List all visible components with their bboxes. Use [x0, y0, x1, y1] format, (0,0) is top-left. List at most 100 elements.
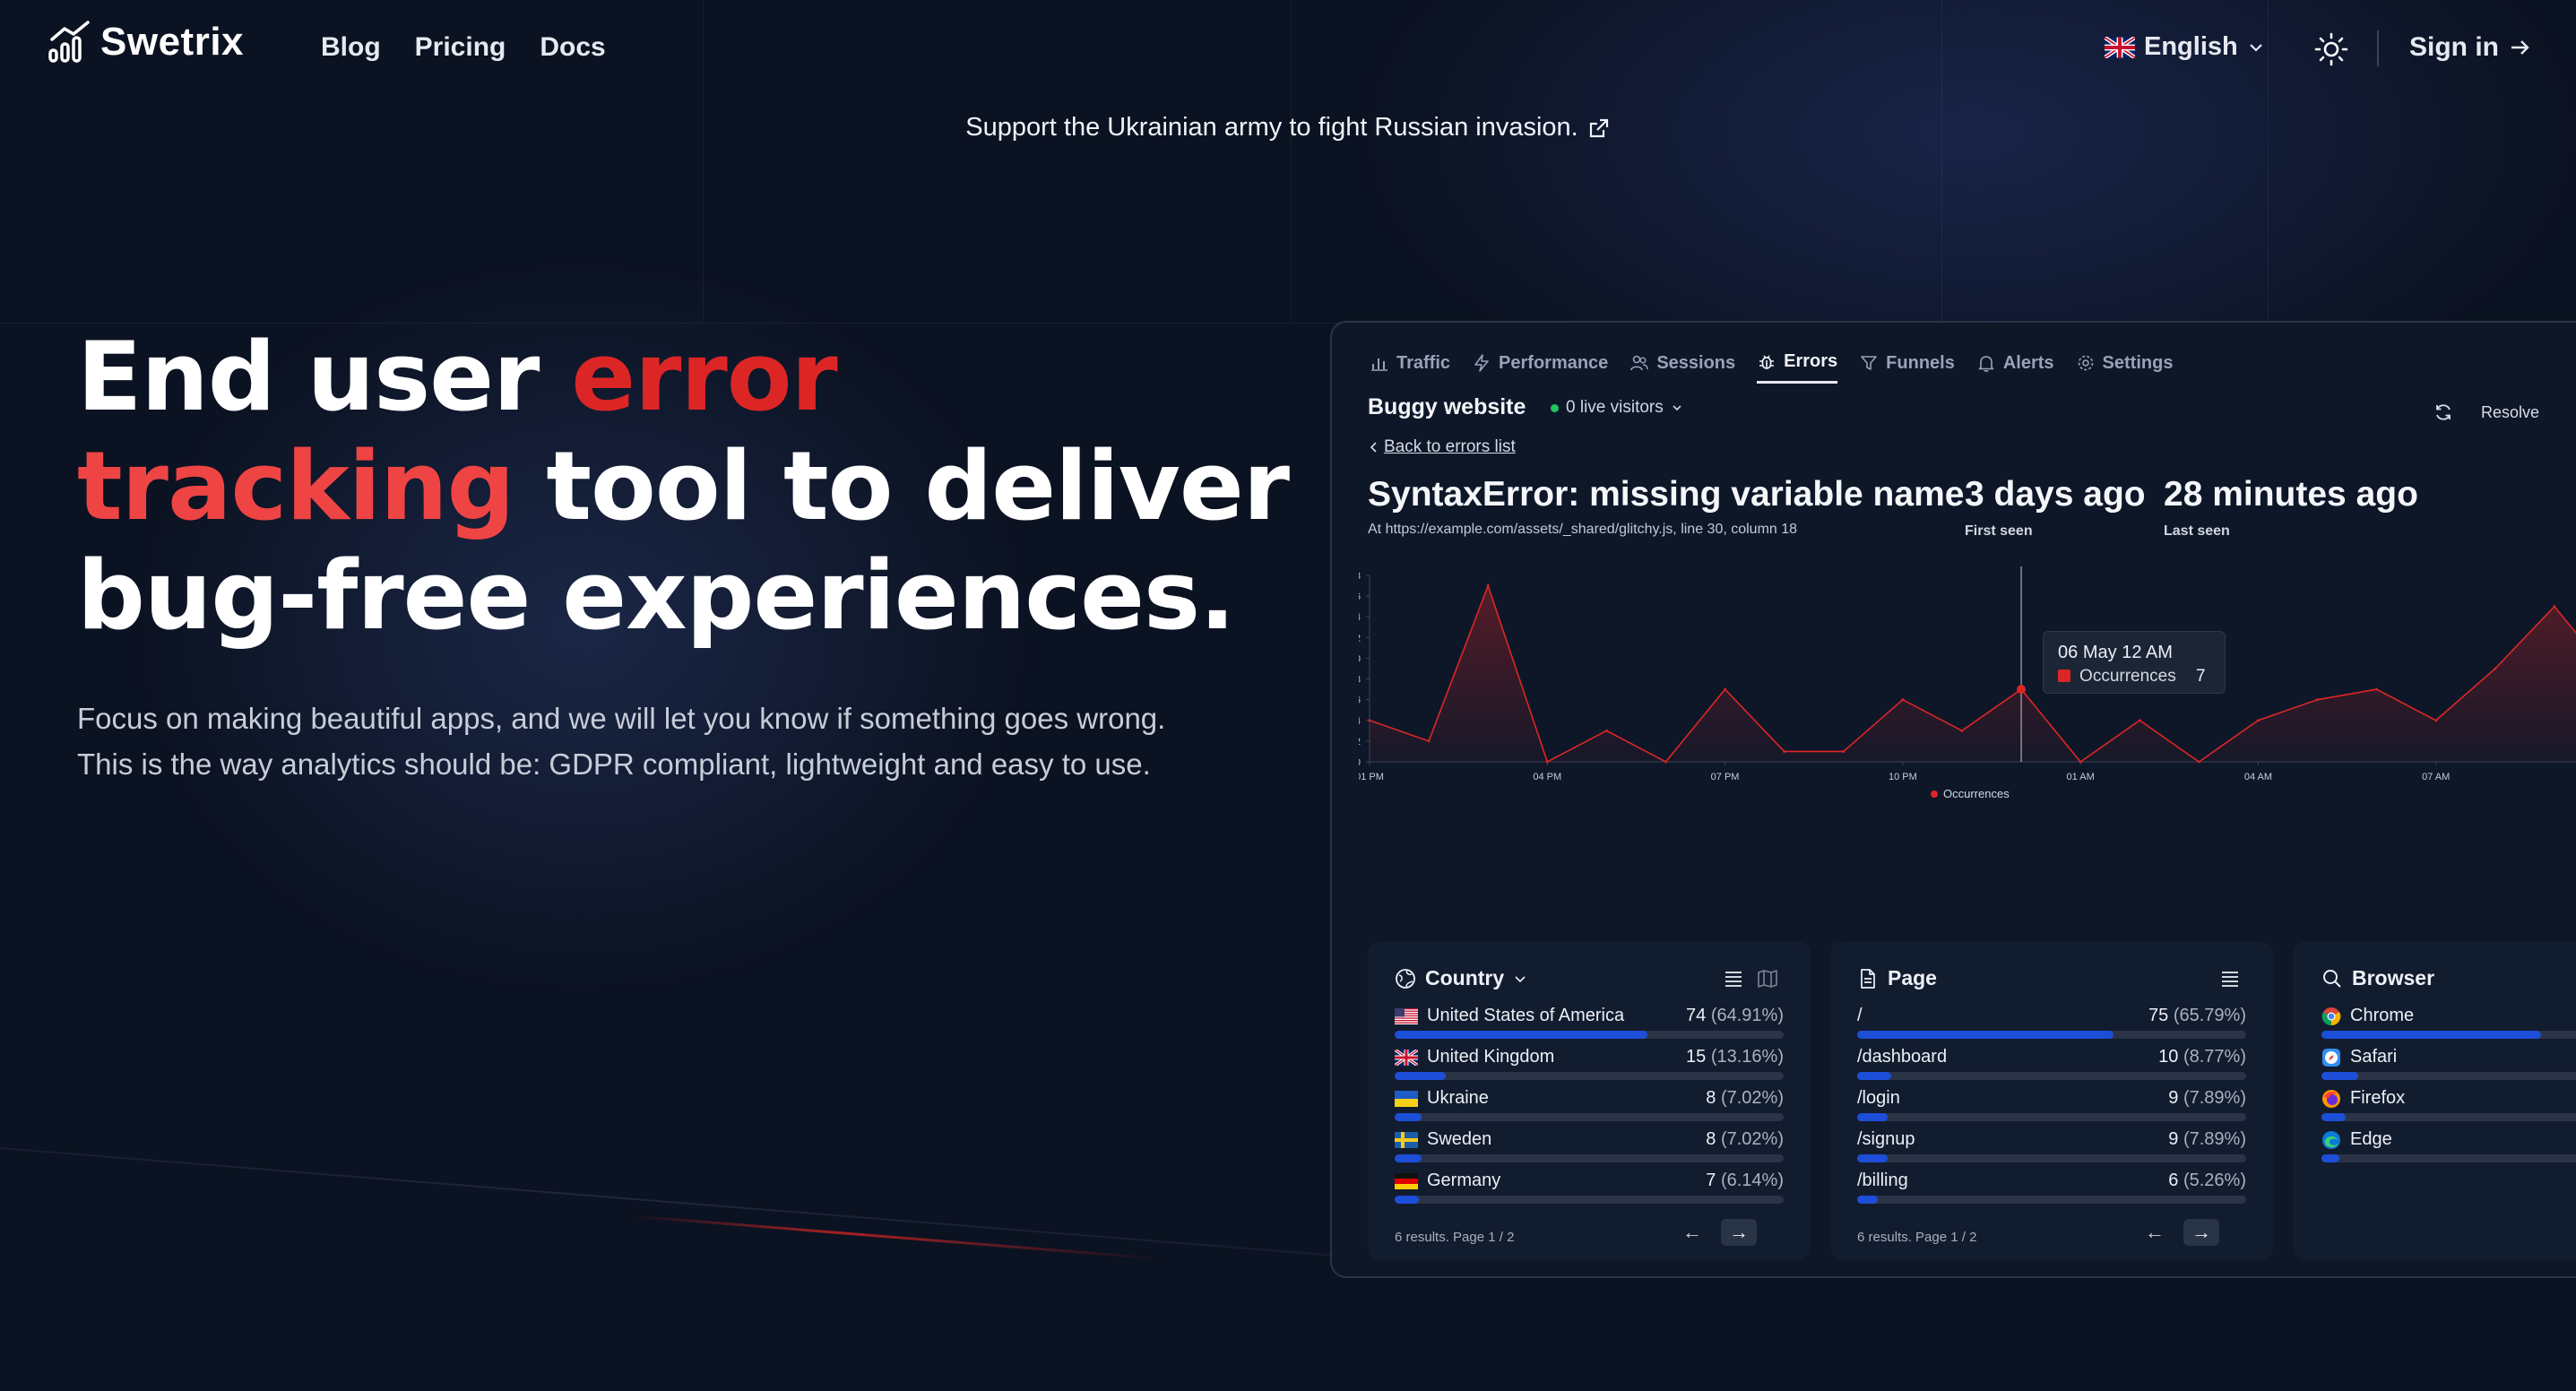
list-view-icon[interactable]: [2219, 968, 2241, 989]
tab-funnels[interactable]: Funnels: [1859, 351, 1955, 384]
chevron-down-icon: [2249, 43, 2262, 52]
country-view-toggles: [1723, 968, 1778, 989]
list-item-label: United Kingdom: [1427, 1047, 1555, 1067]
live-visitors-dropdown[interactable]: 0 live visitors: [1551, 398, 1683, 418]
nav-link-docs[interactable]: Docs: [540, 32, 605, 63]
list-item-label: /signup: [1857, 1129, 1915, 1149]
tooltip-swatch: [2058, 670, 2071, 682]
error-location: At https://example.com/assets/_shared/gl…: [1368, 522, 1798, 537]
back-to-errors-link[interactable]: Back to errors list: [1368, 437, 1516, 457]
y-tick-label: 14: [1359, 612, 1361, 623]
list-item-percent: (7.89%): [2183, 1088, 2246, 1108]
list-item-percent: (13.16%): [1710, 1047, 1784, 1067]
list-item-name: Sweden: [1395, 1129, 1491, 1150]
x-tick-label: 04 PM: [1533, 772, 1561, 782]
hero-title: End user error tracking tool to deliver …: [77, 323, 1332, 651]
occurrences-chart: 0 2 4 6 8 10 12 14 16 18 01 PM 04 PM 07 PM 10 PM 01 AM…: [1359, 566, 2576, 800]
hero-subtitle-line: This is the way analytics should be: GDP…: [77, 747, 1151, 781]
browser-panel: Browser Chrome Safari Firefox Edge: [2293, 941, 2576, 1260]
list-item-bar-fill: [1857, 1196, 1878, 1204]
list-item-label: Ukraine: [1427, 1088, 1489, 1108]
support-link[interactable]: Support the Ukrainian army to fight Russ…: [965, 113, 1610, 143]
theme-toggle[interactable]: [2314, 32, 2348, 71]
y-tick-label: 4: [1359, 716, 1361, 727]
tab-errors[interactable]: Errors: [1757, 351, 1838, 384]
list-item-count: 15: [1686, 1047, 1707, 1067]
y-tick-label: 8: [1359, 675, 1361, 686]
list-item-percent: (8.77%): [2183, 1047, 2246, 1067]
sign-in-link[interactable]: Sign in: [2409, 32, 2531, 63]
hero-title-part: bug-free experiences.: [77, 540, 1235, 651]
list-item-count: 8: [1706, 1088, 1716, 1108]
resolve-button[interactable]: Resolve: [2481, 403, 2539, 422]
logo-icon: [48, 21, 90, 63]
prev-page-button[interactable]: ←: [2137, 1219, 2173, 1246]
tab-label: Settings: [2102, 352, 2174, 373]
country-panel-header[interactable]: Country: [1395, 966, 1527, 990]
list-item-bar: [1857, 1072, 2246, 1080]
data-point: [1368, 719, 1371, 722]
list-item-bar-fill: [2321, 1072, 2358, 1080]
hero-subtitle: Focus on making beautiful apps, and we w…: [77, 696, 1269, 787]
pagination-controls: ← →: [1674, 1219, 1757, 1246]
top-navigation: Swetrix Blog Pricing Docs English Sign i…: [0, 0, 2576, 99]
sun-icon: [2314, 32, 2348, 66]
error-actions: Resolve: [2433, 402, 2539, 423]
refresh-icon[interactable]: [2433, 402, 2454, 423]
nav-link-blog[interactable]: Blog: [321, 32, 381, 63]
list-item-name: United Kingdom: [1395, 1047, 1554, 1067]
list-item-bar-fill: [1395, 1031, 1647, 1039]
legend-label: Occurrences: [1943, 787, 2010, 800]
list-item-name: United States of America: [1395, 1006, 1624, 1026]
sign-in-label: Sign in: [2409, 32, 2499, 62]
data-point: [2138, 719, 2141, 722]
last-seen-stat: 28 minutes ago Last seen: [2164, 475, 2418, 540]
tab-performance[interactable]: Performance: [1472, 351, 1608, 384]
external-link-icon: [1589, 118, 1608, 137]
prev-page-button[interactable]: ←: [1674, 1219, 1710, 1246]
list-item-bar-fill: [2321, 1113, 2346, 1121]
bell-icon: [1978, 356, 1994, 372]
list-item-bar: [2321, 1031, 2576, 1039]
data-point: [1545, 760, 1549, 764]
users-icon: [1630, 355, 1649, 371]
tooltip-value: 7: [2196, 667, 2206, 686]
language-selector[interactable]: English: [2105, 32, 2265, 62]
list-item-bar-fill: [1857, 1113, 1888, 1121]
map-view-icon[interactable]: [1757, 968, 1778, 989]
tab-sessions[interactable]: Sessions: [1629, 351, 1735, 384]
brand-logo[interactable]: Swetrix: [48, 20, 244, 65]
list-item-count: 9: [2168, 1129, 2179, 1149]
ua-flag-icon: [1395, 1090, 1418, 1107]
list-item-label: Firefox: [2350, 1088, 2406, 1108]
tab-alerts[interactable]: Alerts: [1976, 351, 2054, 384]
list-item-value: 6 (5.26%): [2168, 1171, 2246, 1191]
list-item-percent: (7.02%): [1720, 1088, 1784, 1108]
tab-traffic[interactable]: Traffic: [1370, 351, 1450, 384]
dashboard-tabs: Traffic Performance Sessions Errors Funn…: [1370, 351, 2173, 384]
last-seen-value: 28 minutes ago: [2164, 475, 2418, 514]
list-item-bar-fill: [1395, 1154, 1422, 1162]
tab-settings[interactable]: Settings: [2076, 351, 2174, 384]
list-item-bar-fill: [1857, 1154, 1888, 1162]
data-point: [1724, 687, 1727, 691]
next-page-button[interactable]: →: [2183, 1219, 2219, 1246]
list-item-bar-fill: [1395, 1072, 1446, 1080]
hero-subtitle-line: Focus on making beautiful apps, and we w…: [77, 702, 1166, 735]
pagination-info: 6 results. Page 1 / 2: [1857, 1230, 1977, 1245]
language-label: English: [2144, 32, 2238, 61]
list-item-label: Chrome: [2350, 1006, 2415, 1025]
next-page-button[interactable]: →: [1721, 1219, 1757, 1246]
list-view-icon[interactable]: [1723, 968, 1744, 989]
list-item-bar: [2321, 1113, 2576, 1121]
nav-link-pricing[interactable]: Pricing: [415, 32, 506, 63]
list-item-name: Edge: [2321, 1129, 2392, 1150]
data-point: [1604, 729, 1608, 732]
data-point: [1960, 729, 1964, 732]
data-point: [1427, 739, 1431, 743]
bolt-icon: [1474, 354, 1489, 372]
list-item-bar: [2321, 1072, 2576, 1080]
panel-title: Country: [1425, 966, 1505, 989]
list-item-label: /billing: [1857, 1171, 1908, 1190]
list-item-bar: [1857, 1154, 2246, 1162]
